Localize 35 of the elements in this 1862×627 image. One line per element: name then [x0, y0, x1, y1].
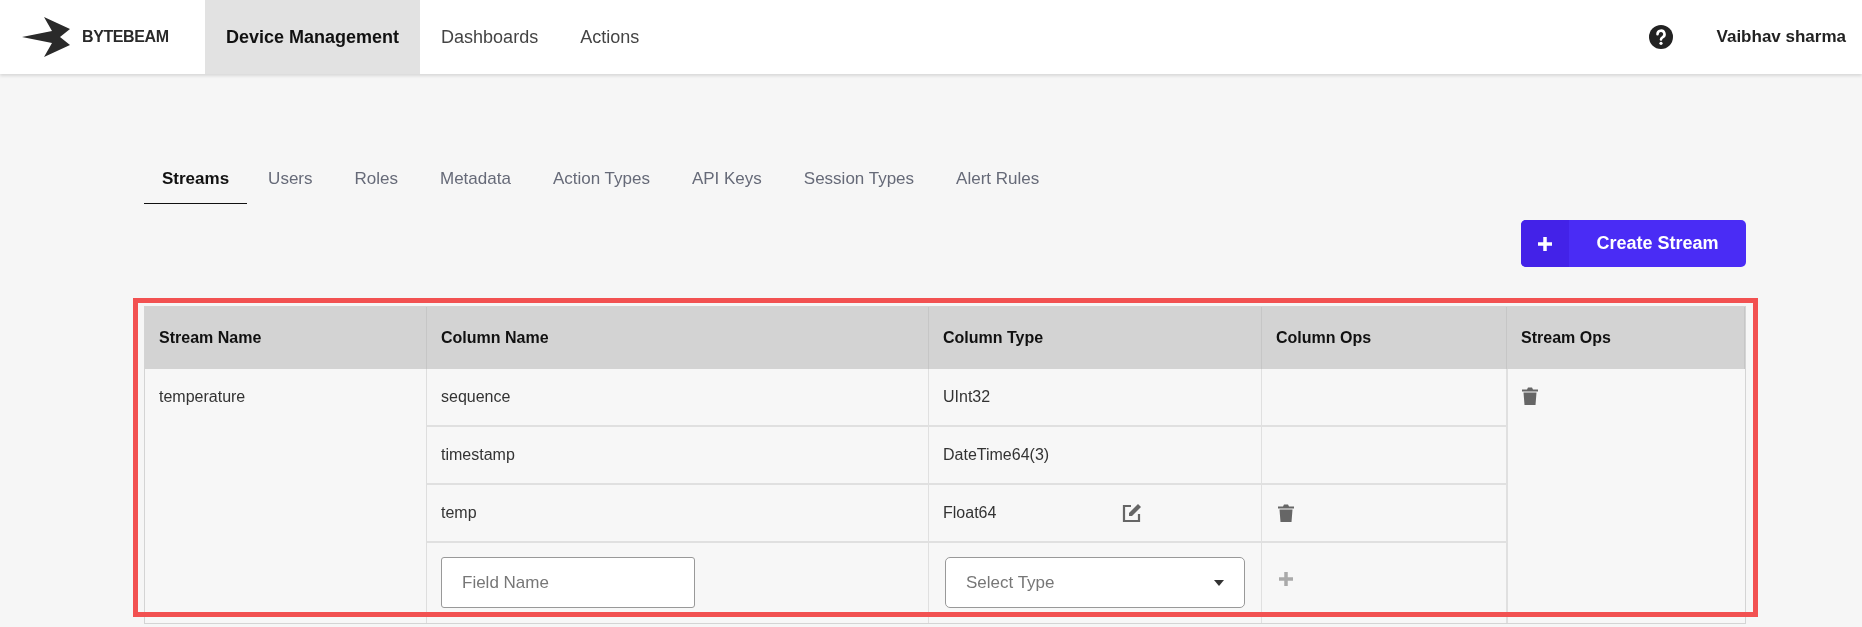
table-cell-text: UInt32: [943, 387, 991, 407]
column-header: Column Ops: [1262, 307, 1507, 369]
table-cell-text: DateTime64(3): [943, 445, 1050, 465]
column-header: Stream Ops: [1507, 307, 1745, 369]
tab[interactable]: Action Types: [531, 155, 671, 204]
table-cell: timestamp: [427, 427, 929, 485]
tab[interactable]: Session Types: [782, 155, 936, 204]
tab[interactable]: Metadata: [419, 155, 532, 204]
user-name[interactable]: Vaibhav sharma: [1716, 24, 1846, 50]
logo-icon: [22, 17, 72, 57]
tab[interactable]: Users: [247, 155, 334, 204]
table-cell: temperature: [145, 369, 427, 623]
tab[interactable]: API Keys: [670, 155, 783, 204]
table-cell: temp: [427, 485, 929, 543]
nav-tab[interactable]: Device Management: [205, 0, 421, 74]
plus-icon: [1537, 235, 1553, 252]
tab[interactable]: Roles: [333, 155, 419, 204]
column-header: Column Type: [929, 307, 1262, 369]
trash-icon[interactable]: [1278, 504, 1294, 522]
field-name-input[interactable]: Field Name: [441, 557, 695, 608]
caret-icon: [1214, 579, 1224, 586]
type-select[interactable]: Select Type: [945, 557, 1245, 608]
tab[interactable]: Streams: [144, 155, 248, 204]
table-cell-text: Float64: [943, 503, 997, 523]
help-icon[interactable]: [1648, 25, 1673, 49]
create-stream-button[interactable]: Create Stream: [1521, 220, 1746, 267]
tab[interactable]: Alert Rules: [935, 155, 1061, 204]
trash-icon[interactable]: [1522, 387, 1538, 405]
nav-tab[interactable]: Dashboards: [420, 0, 560, 74]
nav-tab[interactable]: Actions: [559, 0, 661, 74]
column-header: Stream Name: [145, 307, 427, 369]
column-header: Column Name: [427, 307, 929, 369]
edit-icon[interactable]: [1122, 503, 1142, 523]
brand-name: BYTEBEAM: [82, 27, 169, 47]
table-cell: sequence: [427, 369, 929, 427]
